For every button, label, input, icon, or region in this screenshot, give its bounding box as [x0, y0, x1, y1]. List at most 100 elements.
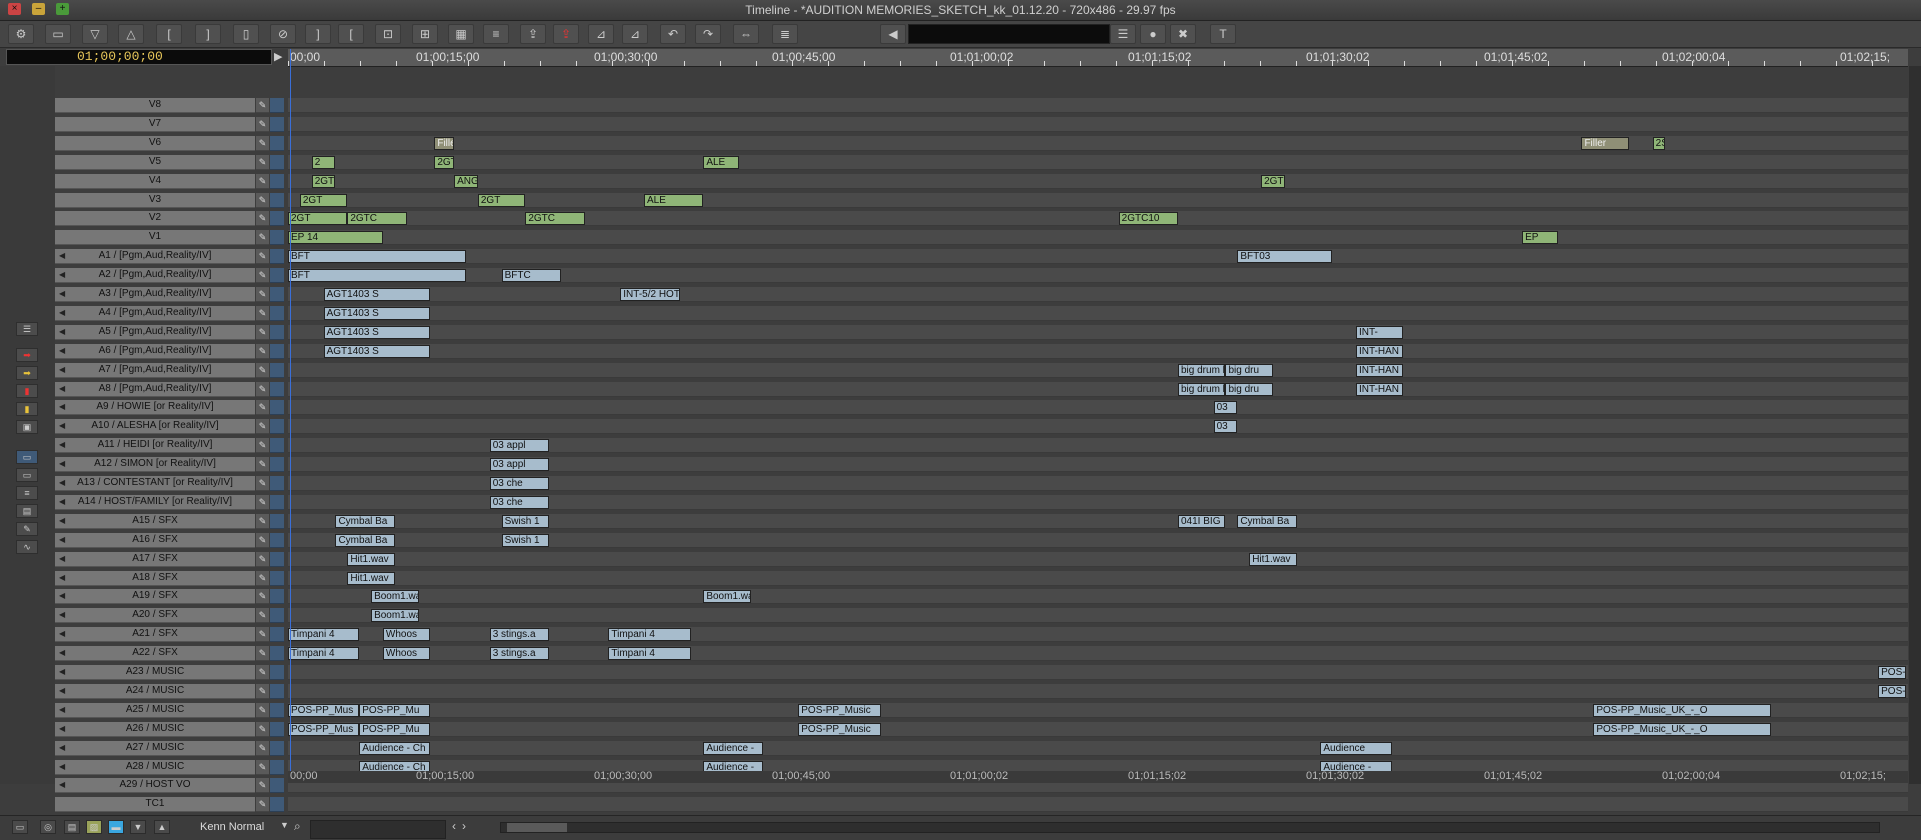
track-lane[interactable] — [288, 117, 1908, 132]
track-header-v7[interactable]: V7 — [55, 117, 255, 132]
track-menu-icon[interactable]: ☰ — [16, 322, 38, 336]
menu-icon[interactable]: ☰ — [1110, 24, 1136, 44]
video-clip[interactable]: ALE — [703, 156, 739, 169]
video-clip[interactable]: ALE — [644, 194, 704, 207]
view-mode-icon[interactable]: ▭ — [16, 450, 38, 464]
track-edit-icon[interactable]: ✎ — [256, 98, 269, 113]
track-header-a1[interactable]: ◀ A1 / [Pgm,Aud,Reality/IV] — [55, 249, 255, 264]
image-icon[interactable]: ▣ — [16, 420, 38, 434]
track-patch[interactable] — [270, 797, 284, 812]
audio-clip[interactable]: big dru — [1225, 364, 1273, 377]
track-lane[interactable] — [288, 419, 1908, 434]
video-clip[interactable]: ANG — [454, 175, 478, 188]
speaker-icon[interactable]: ◀ — [59, 457, 65, 471]
yellow-arrow-icon[interactable]: ➡ — [16, 366, 38, 380]
view-grid-icon[interactable]: ▭ — [16, 468, 38, 482]
audio-clip[interactable]: big drum b — [1178, 383, 1226, 396]
audio-clip[interactable]: 041I BIG D — [1178, 515, 1226, 528]
monitor-icon[interactable]: ▬ — [108, 820, 124, 834]
video-clip[interactable]: 2GT — [477, 194, 526, 207]
audio-clip[interactable]: AGT1403 S — [323, 326, 431, 339]
audio-clip[interactable]: Whoos — [382, 647, 431, 660]
segment-icon[interactable]: ≡ — [483, 24, 509, 44]
track-header-v1[interactable]: V1 — [55, 230, 255, 245]
track-patch[interactable] — [270, 136, 284, 151]
speaker-icon[interactable]: ◀ — [59, 438, 65, 452]
track-header-a22[interactable]: ◀ A22 / SFX — [55, 646, 255, 661]
film-icon[interactable]: ▤ — [64, 820, 80, 834]
track-patch[interactable] — [270, 306, 284, 321]
video-clip[interactable]: 2GTC — [1261, 175, 1285, 188]
video-clip[interactable]: 2 — [311, 156, 336, 169]
speaker-icon[interactable]: ◀ — [59, 287, 65, 301]
track-edit-icon[interactable]: ✎ — [256, 457, 269, 472]
video-clip[interactable]: EP — [1522, 231, 1558, 244]
track-patch[interactable] — [270, 98, 284, 113]
audio-clip[interactable]: POS-PP_Music — [798, 704, 882, 717]
slip-icon[interactable]: ⊿ — [622, 24, 648, 44]
speaker-icon[interactable]: ◀ — [59, 608, 65, 622]
track-header-a16[interactable]: ◀ A16 / SFX — [55, 533, 255, 548]
track-patch[interactable] — [270, 476, 284, 491]
track-edit-icon[interactable]: ✎ — [256, 344, 269, 359]
red-marker-icon[interactable]: ▮ — [16, 384, 38, 398]
track-edit-icon[interactable]: ✎ — [256, 589, 269, 604]
upload-icon[interactable]: ⇪ — [520, 24, 546, 44]
red-arrow-icon[interactable]: ➡ — [16, 348, 38, 362]
track-patch[interactable] — [270, 268, 284, 283]
waveform-icon[interactable]: ∿ — [16, 540, 38, 554]
speaker-icon[interactable]: ◀ — [59, 419, 65, 433]
track-header-v3[interactable]: V3 — [55, 193, 255, 208]
track-header-a17[interactable]: ◀ A17 / SFX — [55, 552, 255, 567]
track-patch[interactable] — [270, 438, 284, 453]
track-header-a23[interactable]: ◀ A23 / MUSIC — [55, 665, 255, 680]
vertical-scrollbar[interactable] — [1909, 66, 1921, 784]
track-lane[interactable] — [288, 571, 1908, 586]
track-lane[interactable] — [288, 400, 1908, 415]
track-edit-icon[interactable]: ✎ — [256, 155, 269, 170]
audio-clip[interactable]: Audience - Ch — [359, 742, 431, 755]
audio-clip[interactable]: Boom1.wa — [703, 590, 751, 603]
speaker-icon[interactable]: ◀ — [59, 627, 65, 641]
grid-icon[interactable]: ▦ — [448, 24, 474, 44]
video-clip[interactable]: 2GT — [299, 194, 348, 207]
audio-clip[interactable]: Hit1.wav — [1249, 553, 1297, 566]
track-header-a15[interactable]: ◀ A15 / SFX — [55, 514, 255, 529]
speaker-icon[interactable]: ◀ — [59, 363, 65, 377]
video-clip[interactable]: EP 14 — [288, 231, 383, 244]
color-icon[interactable]: ▨ — [86, 820, 102, 834]
track-header-a12[interactable]: ◀ A12 / SIMON [or Reality/IV] — [55, 457, 255, 472]
track-lane[interactable] — [288, 136, 1908, 151]
track-lane[interactable] — [288, 230, 1908, 245]
speaker-icon[interactable]: ◀ — [59, 760, 65, 774]
table-icon[interactable]: ▤ — [16, 504, 38, 518]
track-edit-icon[interactable]: ✎ — [256, 306, 269, 321]
audio-clip[interactable]: Audience — [1320, 742, 1392, 755]
speaker-icon[interactable]: ◀ — [59, 514, 65, 528]
audio-clip[interactable]: INT-HAN — [1356, 364, 1404, 377]
track-patch[interactable] — [270, 760, 284, 775]
track-patch[interactable] — [270, 344, 284, 359]
audio-clip[interactable]: Whoos — [382, 628, 431, 641]
text-icon[interactable]: T — [1210, 24, 1236, 44]
track-patch[interactable] — [270, 230, 284, 245]
track-header-a2[interactable]: ◀ A2 / [Pgm,Aud,Reality/IV] — [55, 268, 255, 283]
bracket-right-icon[interactable]: ] — [305, 24, 331, 44]
audio-clip[interactable]: AGT1403 S — [323, 345, 431, 358]
track-edit-icon[interactable]: ✎ — [256, 760, 269, 775]
video-clip[interactable]: 2GTC — [347, 212, 407, 225]
track-patch[interactable] — [270, 419, 284, 434]
track-header-a21[interactable]: ◀ A21 / SFX — [55, 627, 255, 642]
track-patch[interactable] — [270, 627, 284, 642]
track-patch[interactable] — [270, 211, 284, 226]
track-edit-icon[interactable]: ✎ — [256, 193, 269, 208]
speaker-icon[interactable]: ◀ — [59, 589, 65, 603]
track-lane[interactable] — [288, 325, 1908, 340]
audio-clip[interactable]: 03 — [1213, 420, 1238, 433]
audio-clip[interactable]: POS-PP_Music_UK_-_O — [1593, 723, 1772, 736]
speaker-icon[interactable]: ◀ — [59, 344, 65, 358]
track-header-a10[interactable]: ◀ A10 / ALESHA [or Reality/IV] — [55, 419, 255, 434]
track-edit-icon[interactable]: ✎ — [256, 797, 269, 812]
track-edit-icon[interactable]: ✎ — [256, 249, 269, 264]
audio-clip[interactable]: INT-HAN — [1356, 383, 1404, 396]
